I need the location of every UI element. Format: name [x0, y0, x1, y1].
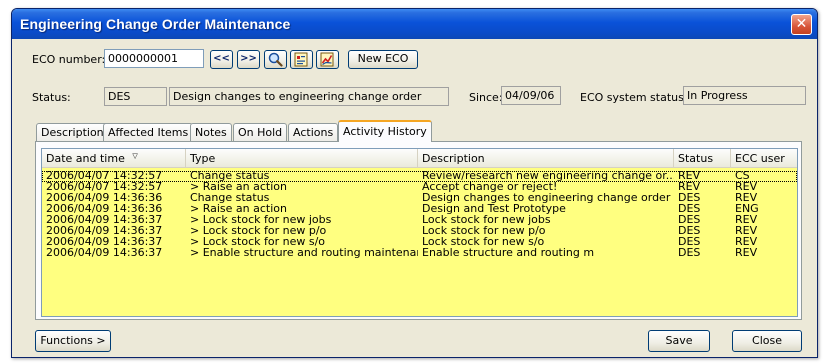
since-label: Since: — [469, 91, 503, 104]
date-cell: 2006/04/09 14:36:37 — [46, 247, 163, 259]
type-cell: > Enable structure and routing maintenan… — [190, 247, 418, 259]
column-header-status[interactable]: Status — [674, 149, 731, 167]
column-header-date-and-time[interactable]: Date and time ▽ — [42, 149, 186, 167]
grid-header: Date and time ▽ Type Description Status … — [42, 149, 797, 168]
edit-document-button[interactable] — [290, 50, 313, 69]
tab-activity-history[interactable]: Activity History — [338, 120, 432, 142]
close-icon: ✕ — [795, 16, 808, 32]
description-cell: Enable structure and routing m — [422, 247, 595, 259]
chart-icon — [320, 52, 334, 67]
tab-affected-items[interactable]: Affected Items — [103, 123, 194, 142]
tab-notes[interactable]: Notes — [190, 123, 232, 142]
title-bar[interactable]: Engineering Change Order Maintenance ✕ — [12, 9, 817, 39]
column-header-ecc-user[interactable]: ECC user — [731, 149, 797, 167]
table-row[interactable]: 2006/04/09 14:36:37 > Enable structure an… — [42, 247, 797, 259]
window-title: Engineering Change Order Maintenance — [20, 16, 291, 32]
status-cell: DES — [678, 247, 701, 259]
activity-history-grid[interactable]: Date and time ▽ Type Description Status … — [41, 148, 798, 317]
activity-history-panel: Date and time ▽ Type Description Status … — [35, 141, 802, 320]
status-label: Status: — [32, 91, 71, 104]
next-eco-button[interactable]: >> — [237, 50, 260, 69]
column-header-type[interactable]: Type — [186, 149, 418, 167]
new-eco-button[interactable]: New ECO — [348, 50, 418, 69]
eco-system-status-field: In Progress — [683, 86, 806, 105]
eco-number-label: ECO number: — [32, 53, 106, 66]
sort-descending-icon: ▽ — [132, 152, 138, 160]
column-header-label: Date and time — [46, 152, 125, 165]
since-date-field: 04/09/06 — [501, 86, 561, 105]
chart-button[interactable] — [316, 50, 339, 69]
tab-on-hold[interactable]: On Hold — [233, 123, 288, 142]
previous-eco-button[interactable]: << — [210, 50, 233, 69]
status-code-field: DES — [104, 87, 167, 106]
ecc-user-cell: REV — [735, 247, 758, 259]
search-icon — [268, 52, 283, 67]
tab-description[interactable]: Description — [36, 123, 109, 142]
close-window-button[interactable]: ✕ — [791, 14, 812, 35]
search-button[interactable] — [264, 50, 287, 69]
close-button[interactable]: Close — [732, 330, 802, 352]
column-header-description[interactable]: Description — [418, 149, 674, 167]
eco-maintenance-window: Engineering Change Order Maintenance ✕ E… — [11, 8, 818, 358]
eco-number-input[interactable]: 0000000001 — [104, 49, 204, 68]
status-description-field: Design changes to engineering change ord… — [169, 87, 449, 106]
functions-button[interactable]: Functions > — [35, 330, 111, 352]
save-button[interactable]: Save — [648, 330, 710, 352]
tab-actions[interactable]: Actions — [288, 123, 339, 142]
edit-document-icon — [294, 52, 308, 67]
eco-system-status-label: ECO system status: — [580, 91, 688, 104]
